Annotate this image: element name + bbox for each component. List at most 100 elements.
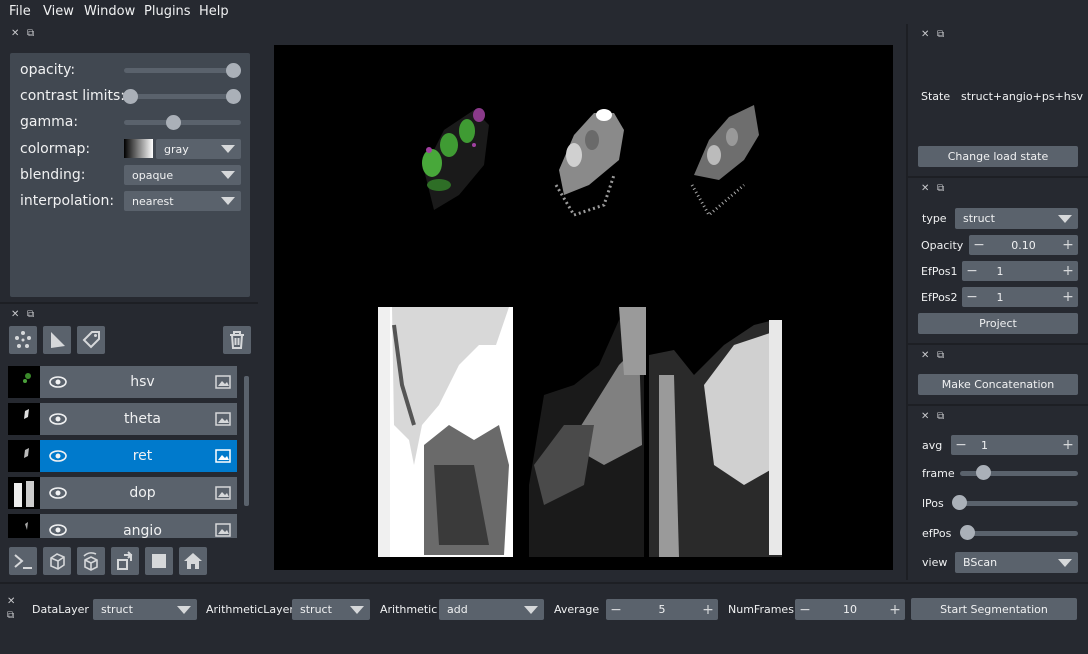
close-icon[interactable]: ✕	[11, 28, 19, 39]
image-layer-icon	[215, 375, 231, 389]
eye-icon	[49, 450, 67, 462]
layer-row-ret[interactable]: ret	[8, 440, 237, 472]
float-icon[interactable]: ⧉	[937, 183, 944, 194]
close-icon[interactable]: ✕	[11, 309, 19, 320]
efpos1-value: 1	[996, 264, 1004, 278]
new-labels-layer-button[interactable]	[77, 326, 105, 354]
blending-label: blending:	[20, 167, 86, 183]
frame-slider-handle[interactable]	[976, 465, 991, 480]
increment-button[interactable]: +	[1060, 261, 1076, 281]
arithmetic-select[interactable]: add	[439, 599, 544, 620]
new-points-layer-button[interactable]	[9, 326, 37, 354]
increment-button[interactable]: +	[1060, 287, 1076, 307]
opacity-slider-handle[interactable]	[226, 63, 241, 78]
layer-row-hsv[interactable]: hsv	[8, 366, 237, 398]
datalayer-value: struct	[101, 603, 133, 616]
visibility-toggle[interactable]	[42, 440, 74, 472]
float-icon[interactable]: ⧉	[27, 309, 34, 320]
float-icon[interactable]: ⧉	[937, 350, 944, 361]
layer-row-dop[interactable]: dop	[8, 477, 237, 509]
lpos-label: lPos	[922, 497, 944, 510]
type-select[interactable]: struct	[955, 208, 1078, 229]
frame-label: frame	[922, 467, 955, 480]
viewer-canvas[interactable]	[274, 45, 893, 570]
lpos-slider[interactable]	[953, 501, 1078, 506]
datalayer-select[interactable]: struct	[93, 599, 197, 620]
state-field[interactable]: struct+angio+ps+hsv	[955, 85, 1083, 108]
increment-button[interactable]: +	[1060, 435, 1076, 455]
visibility-toggle[interactable]	[42, 403, 74, 435]
blending-select[interactable]: opaque	[124, 165, 241, 185]
close-icon[interactable]: ✕	[7, 596, 15, 607]
home-button[interactable]	[179, 547, 207, 575]
dock-divider	[0, 302, 258, 304]
numframes-spinbox[interactable]: −10 +	[795, 599, 905, 620]
efpos-label: efPos	[922, 527, 952, 540]
avg-spinbox[interactable]: −1 +	[951, 435, 1078, 455]
visibility-toggle[interactable]	[42, 477, 74, 509]
float-icon[interactable]: ⧉	[937, 29, 944, 40]
interpolation-value: nearest	[132, 194, 174, 208]
layer-row-angio[interactable]: angio	[8, 514, 237, 538]
visibility-toggle[interactable]	[42, 366, 74, 398]
average-spinbox[interactable]: −5 +	[606, 599, 718, 620]
visibility-toggle[interactable]	[42, 514, 74, 538]
contrast-limits-label: contrast limits:	[20, 88, 125, 104]
increment-button[interactable]: +	[1060, 235, 1076, 255]
blending-value: opaque	[132, 168, 174, 182]
close-icon[interactable]: ✕	[921, 350, 929, 361]
grid-view-button[interactable]	[145, 547, 173, 575]
contrast-limits-slider[interactable]	[124, 94, 241, 99]
opacity-slider[interactable]	[124, 68, 241, 73]
efpos2-value: 1	[996, 290, 1004, 304]
transpose-button[interactable]	[111, 547, 139, 575]
menu-view[interactable]: View	[43, 4, 74, 19]
efpos-slider[interactable]	[961, 531, 1078, 536]
float-icon[interactable]: ⧉	[7, 610, 14, 621]
arithmeticlayer-select[interactable]: struct	[292, 599, 370, 620]
chevron-down-icon	[350, 605, 364, 614]
menu-file[interactable]: File	[9, 4, 31, 19]
close-icon[interactable]: ✕	[921, 411, 929, 422]
colormap-select[interactable]: gray	[156, 139, 241, 159]
menu-help[interactable]: Help	[199, 4, 229, 19]
efpos-slider-handle[interactable]	[960, 525, 975, 540]
menu-window[interactable]: Window	[84, 4, 135, 19]
arithmeticlayer-label: ArithmeticLayer	[206, 603, 294, 616]
close-icon[interactable]: ✕	[921, 183, 929, 194]
image-tile-dop	[378, 307, 513, 557]
chevron-down-icon	[177, 605, 191, 614]
float-icon[interactable]: ⧉	[27, 28, 34, 39]
efpos2-spinbox[interactable]: −1 +	[962, 287, 1078, 307]
interpolation-select[interactable]: nearest	[124, 191, 241, 211]
delete-layer-button[interactable]	[223, 326, 251, 354]
contrast-max-handle[interactable]	[226, 89, 241, 104]
contrast-min-handle[interactable]	[123, 89, 138, 104]
layer-list-scrollbar[interactable]	[243, 366, 250, 538]
gamma-slider-handle[interactable]	[166, 115, 181, 130]
change-load-state-button[interactable]: Change load state	[918, 146, 1078, 167]
gamma-slider[interactable]	[124, 120, 241, 125]
console-button[interactable]	[9, 547, 37, 575]
make-concatenation-button[interactable]: Make Concatenation	[918, 374, 1078, 395]
increment-button[interactable]: +	[887, 599, 903, 620]
close-icon[interactable]: ✕	[921, 29, 929, 40]
layer-row-theta[interactable]: theta	[8, 403, 237, 435]
image-layer-icon	[215, 523, 231, 537]
efpos1-spinbox[interactable]: −1 +	[962, 261, 1078, 281]
new-shapes-layer-button[interactable]	[43, 326, 71, 354]
view-select[interactable]: BScan	[955, 552, 1078, 573]
float-icon[interactable]: ⧉	[937, 411, 944, 422]
image-tile-theta-bscan	[529, 307, 646, 557]
layer-thumbnail	[8, 440, 40, 472]
menu-plugins[interactable]: Plugins	[144, 4, 191, 19]
roll-dims-button[interactable]	[77, 547, 105, 575]
start-segmentation-button[interactable]: Start Segmentation	[911, 598, 1077, 620]
numframes-label: NumFrames	[728, 603, 794, 616]
opacity-spinbox[interactable]: −0.10 +	[969, 235, 1078, 255]
lpos-slider-handle[interactable]	[952, 495, 967, 510]
scrollbar-thumb[interactable]	[244, 376, 249, 506]
project-button[interactable]: Project	[918, 313, 1078, 334]
increment-button[interactable]: +	[700, 599, 716, 620]
ndisplay-button[interactable]	[43, 547, 71, 575]
